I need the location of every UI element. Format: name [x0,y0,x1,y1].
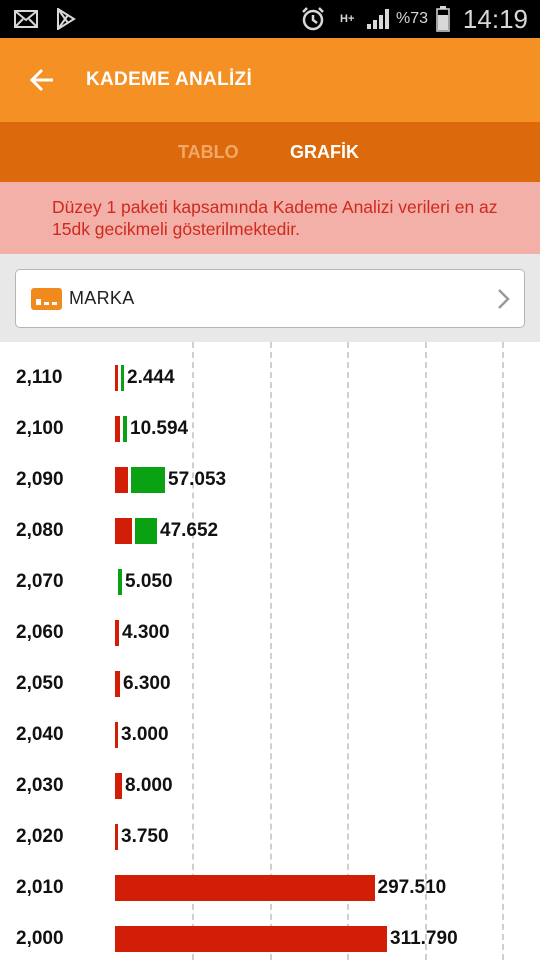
volume-label: 311.790 [390,928,458,949]
volume-label: 10.594 [130,418,189,439]
arrow-left-icon [29,68,53,92]
sell-bar [115,364,118,391]
network-type-label: H+ [340,12,355,25]
volume-label: 5.050 [125,571,173,592]
buy-bar [118,568,122,595]
chart-row: 2,030 8.000 [0,760,540,811]
price-level-label: 2,050 [16,673,64,694]
price-level-label: 2,100 [16,418,64,439]
chart-row: 2,080 47.652 [0,505,540,556]
battery-icon [436,0,450,38]
status-bar: H+ %73 14:19 [0,0,540,38]
chart-row: 2,040 3.000 [0,709,540,760]
sell-bar [115,517,132,544]
clock: 14:19 [462,4,528,34]
chart-row: 2,090 57.053 [0,454,540,505]
sell-bar [115,415,120,442]
chart-row: 2,010 297.510 [0,862,540,913]
buy-bar [135,517,157,544]
chart-row: 2,050 6.300 [0,658,540,709]
buy-bar [123,415,127,442]
alarm-icon [300,0,326,38]
price-level-label: 2,110 [16,367,63,388]
volume-label: 4.300 [122,622,170,643]
price-level-label: 2,020 [16,826,64,847]
price-level-label: 2,060 [16,622,64,643]
page-title: KADEME ANALİZİ [86,69,253,90]
volume-label: 57.053 [168,469,227,490]
filter-area: MARKA [0,254,540,342]
price-level-label: 2,040 [16,724,64,745]
volume-label: 6.300 [123,673,171,694]
sell-bar [115,670,120,697]
notice-text: Düzey 1 paketi kapsamında Kademe Analizi… [52,197,498,239]
chart-row: 2,000 311.790 [0,913,540,964]
volume-label: 2.444 [127,367,175,388]
sell-bar [115,925,387,952]
brand-label: MARKA [69,288,135,308]
chart-row: 2,070 5.050 [0,556,540,607]
sell-bar [115,619,119,646]
play-store-icon [56,0,76,38]
price-level-label: 2,090 [16,469,64,490]
price-level-label: 2,080 [16,520,64,541]
price-level-label: 2,010 [16,877,64,898]
delay-notice: Düzey 1 paketi kapsamında Kademe Analizi… [0,182,540,254]
volume-label: 297.510 [377,877,447,898]
volume-label: 3.750 [121,826,169,847]
tab-tablo[interactable]: TABLO [178,122,239,182]
signal-icon [366,0,392,38]
volume-label: 3.000 [121,724,169,745]
brand-selector[interactable]: MARKA [15,269,525,328]
depth-chart: 2,110 2.444 2,100 10.594 2,090 57.053 2,080 47.… [0,342,540,960]
sell-bar [115,874,375,901]
buy-bar [131,466,165,493]
chart-row: 2,020 3.750 [0,811,540,862]
sell-bar [115,772,122,799]
back-button[interactable] [22,60,62,100]
chevron-right-icon [498,289,510,309]
volume-label: 47.652 [160,520,219,541]
volume-label: 8.000 [125,775,173,796]
chart-row: 2,100 10.594 [0,403,540,454]
chart-row: 2,110 2.444 [0,352,540,403]
price-level-label: 2,030 [16,775,64,796]
buy-bar [121,364,124,391]
tab-grafik[interactable]: GRAFİK [290,122,359,182]
app-bar: KADEME ANALİZİ [0,38,540,122]
battery-percent: %73 [396,10,429,27]
sell-bar [115,466,128,493]
chart-row: 2,060 4.300 [0,607,540,658]
tab-bar: TABLO GRAFİK [0,122,540,182]
bar-chart-icon [31,288,62,310]
price-level-label: 2,070 [16,571,64,592]
sell-bar [115,721,118,748]
price-level-label: 2,000 [16,928,64,949]
mail-icon [14,0,38,38]
sell-bar [115,823,118,850]
